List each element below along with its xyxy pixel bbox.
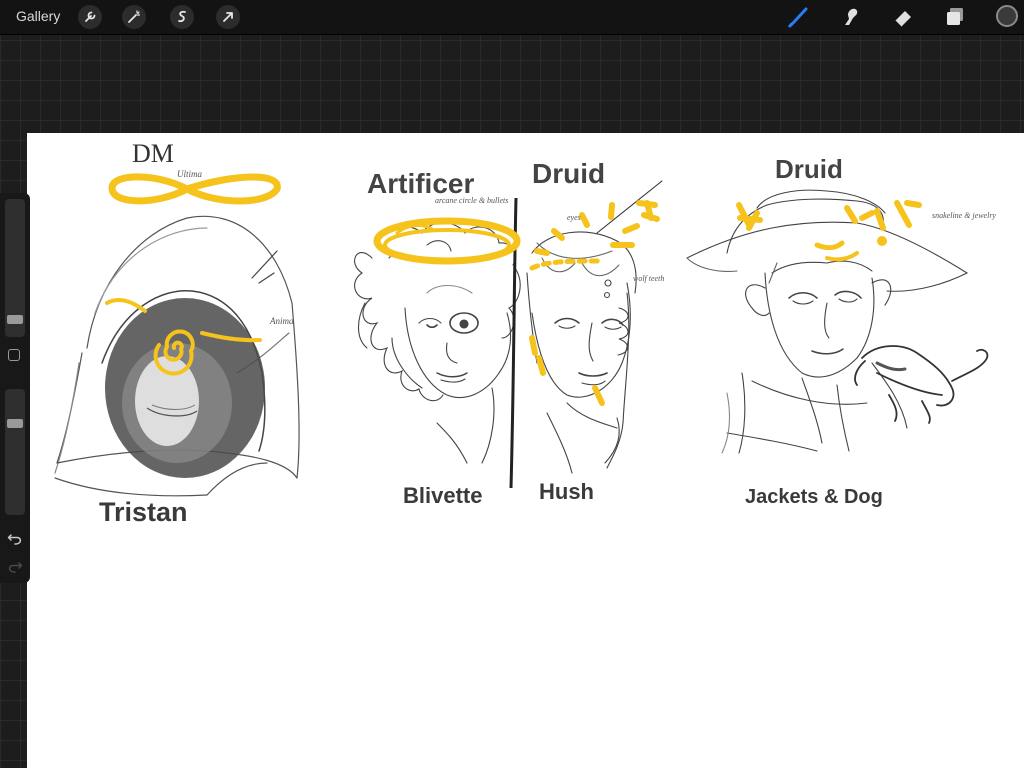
smudge-tool-button[interactable] xyxy=(838,4,864,30)
adjustments-button[interactable] xyxy=(122,5,146,29)
artificer-label: Artificer xyxy=(367,168,474,199)
eraser-icon xyxy=(894,11,911,28)
blivette-label: Blivette xyxy=(403,483,482,508)
left-sidebar xyxy=(0,193,30,583)
modify-button[interactable] xyxy=(8,349,20,361)
layers-icon xyxy=(947,8,963,25)
wrench-icon xyxy=(85,11,96,22)
transform-arrow-icon xyxy=(223,12,233,22)
tristan-label: Tristan xyxy=(99,497,188,527)
druid-highlights xyxy=(736,200,922,262)
eyes-label: eyes xyxy=(567,213,581,222)
top-toolbar: Gallery xyxy=(0,0,1024,35)
brush-tool-button[interactable] xyxy=(785,4,811,30)
redo-icon[interactable] xyxy=(7,559,23,575)
sketch-artwork: DM Ultima Anima Tristan Artificer arcane… xyxy=(54,139,996,527)
arcane-circle-label: arcane circle & bullets xyxy=(435,196,508,205)
selection-icon xyxy=(178,10,186,23)
drawing-canvas[interactable]: DM Ultima Anima Tristan Artificer arcane… xyxy=(27,133,1024,768)
ultima-label: Ultima xyxy=(177,169,203,179)
color-swatch[interactable] xyxy=(996,5,1018,27)
selection-button[interactable] xyxy=(170,5,194,29)
eraser-tool-button[interactable] xyxy=(890,4,916,30)
brush-icon xyxy=(788,7,808,28)
brush-size-thumb[interactable] xyxy=(7,315,23,324)
snakeline-label: snakeline & jewelry xyxy=(932,211,996,220)
jackets-dog-label: Jackets & Dog xyxy=(745,486,883,508)
hush-sketch xyxy=(526,180,663,474)
dog-sketch xyxy=(854,345,989,424)
wolf-teeth-label: wolf teeth xyxy=(633,274,664,283)
druid-label-2: Druid xyxy=(775,154,843,184)
undo-icon[interactable] xyxy=(7,531,23,547)
layers-button[interactable] xyxy=(942,4,968,30)
actions-button[interactable] xyxy=(78,5,102,29)
hush-label: Hush xyxy=(539,479,594,504)
jackets-sketch xyxy=(686,189,969,454)
smudge-icon xyxy=(845,8,858,25)
opacity-thumb[interactable] xyxy=(7,419,23,428)
transform-button[interactable] xyxy=(216,5,240,29)
gallery-button[interactable]: Gallery xyxy=(16,8,60,24)
artificer-druid-highlights xyxy=(373,200,660,406)
dm-label: DM xyxy=(132,139,174,168)
anima-label: Anima xyxy=(269,316,294,326)
magic-wand-icon xyxy=(128,10,141,23)
brush-size-slider[interactable] xyxy=(5,199,25,337)
druid-label-1: Druid xyxy=(532,158,605,189)
opacity-slider[interactable] xyxy=(5,389,25,515)
